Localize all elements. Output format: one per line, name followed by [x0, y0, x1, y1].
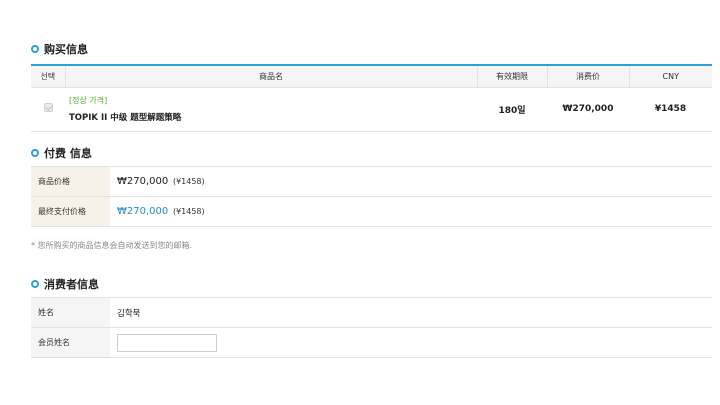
consumer-title-text: 消费者信息	[44, 278, 99, 291]
member-name-cell	[110, 327, 712, 358]
email-note: * 您所购买的商品信息会自动发送到您的邮箱.	[31, 241, 193, 250]
member-name-input[interactable]	[117, 333, 217, 352]
purchase-section-title: 购买信息	[31, 41, 88, 57]
payment-table: 商品价格 ₩270,000 (¥1458) 最终支付价格 ₩270,000 (¥…	[31, 166, 712, 227]
product-checkbox[interactable]	[43, 103, 53, 112]
table-row: 会员姓名	[31, 327, 712, 358]
price-value: ₩270,000	[547, 87, 629, 132]
header-cny: CNY	[628, 65, 712, 88]
consumer-section-title: 消费者信息	[31, 276, 99, 292]
table-row: 商品价格 ₩270,000 (¥1458)	[31, 166, 712, 197]
product-price-cell: ₩270,000 (¥1458)	[110, 166, 712, 197]
member-name-label: 会员姓名	[31, 327, 110, 358]
purchase-table: 선택 商品名 有效期限 消费价 CNY [정상 가격] TOPIK II 中级 …	[31, 64, 712, 132]
consumer-table: 姓名 김학묵 会员姓名	[31, 297, 712, 358]
select-cell	[31, 87, 65, 132]
purchase-table-header: 선택 商品名 有效期限 消费价 CNY	[31, 65, 712, 88]
table-row: [정상 가격] TOPIK II 中级 题型解题策略 180일 ₩270,000…	[31, 87, 712, 132]
final-price-value: ₩270,000	[117, 206, 169, 217]
product-price-value: ₩270,000	[117, 176, 169, 187]
product-price-label: 商品价格	[31, 166, 110, 197]
cny-value: ¥1458	[629, 87, 712, 132]
period-value: 180일	[477, 87, 547, 132]
final-price-cny: (¥1458)	[172, 207, 205, 216]
circle-bullet-icon	[31, 149, 39, 157]
header-price: 消费价	[546, 65, 629, 88]
product-cell: [정상 가격] TOPIK II 中级 题型解题策略	[65, 87, 477, 132]
circle-bullet-icon	[31, 45, 39, 53]
table-row: 最终支付价格 ₩270,000 (¥1458)	[31, 196, 712, 227]
circle-bullet-icon	[31, 280, 39, 288]
payment-section-title: 付费 信息	[31, 145, 92, 161]
purchase-title-text: 购买信息	[44, 43, 88, 56]
final-price-label: 最终支付价格	[31, 196, 110, 227]
final-price-cell: ₩270,000 (¥1458)	[110, 196, 712, 227]
table-row: 姓名 김학묵	[31, 297, 712, 328]
name-value: 김학묵	[110, 297, 712, 328]
product-price-cny: (¥1458)	[172, 177, 205, 186]
price-tag: [정상 가격]	[69, 96, 108, 105]
payment-title-text: 付费 信息	[44, 147, 92, 160]
product-name: TOPIK II 中级 题型解题策略	[69, 113, 182, 123]
header-product: 商品名	[64, 65, 477, 88]
name-label: 姓名	[31, 297, 110, 328]
header-select: 선택	[31, 65, 65, 88]
header-period: 有效期限	[476, 65, 547, 88]
